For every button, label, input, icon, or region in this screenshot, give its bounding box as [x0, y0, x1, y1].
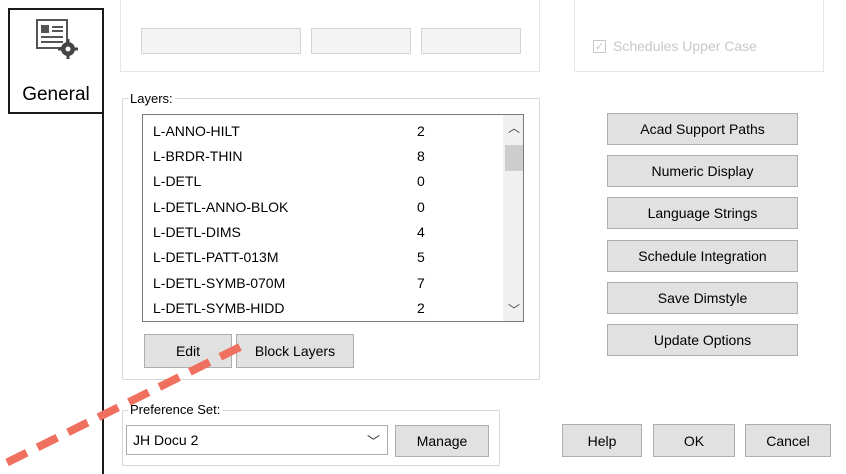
annotation-dashed-line [0, 343, 242, 470]
